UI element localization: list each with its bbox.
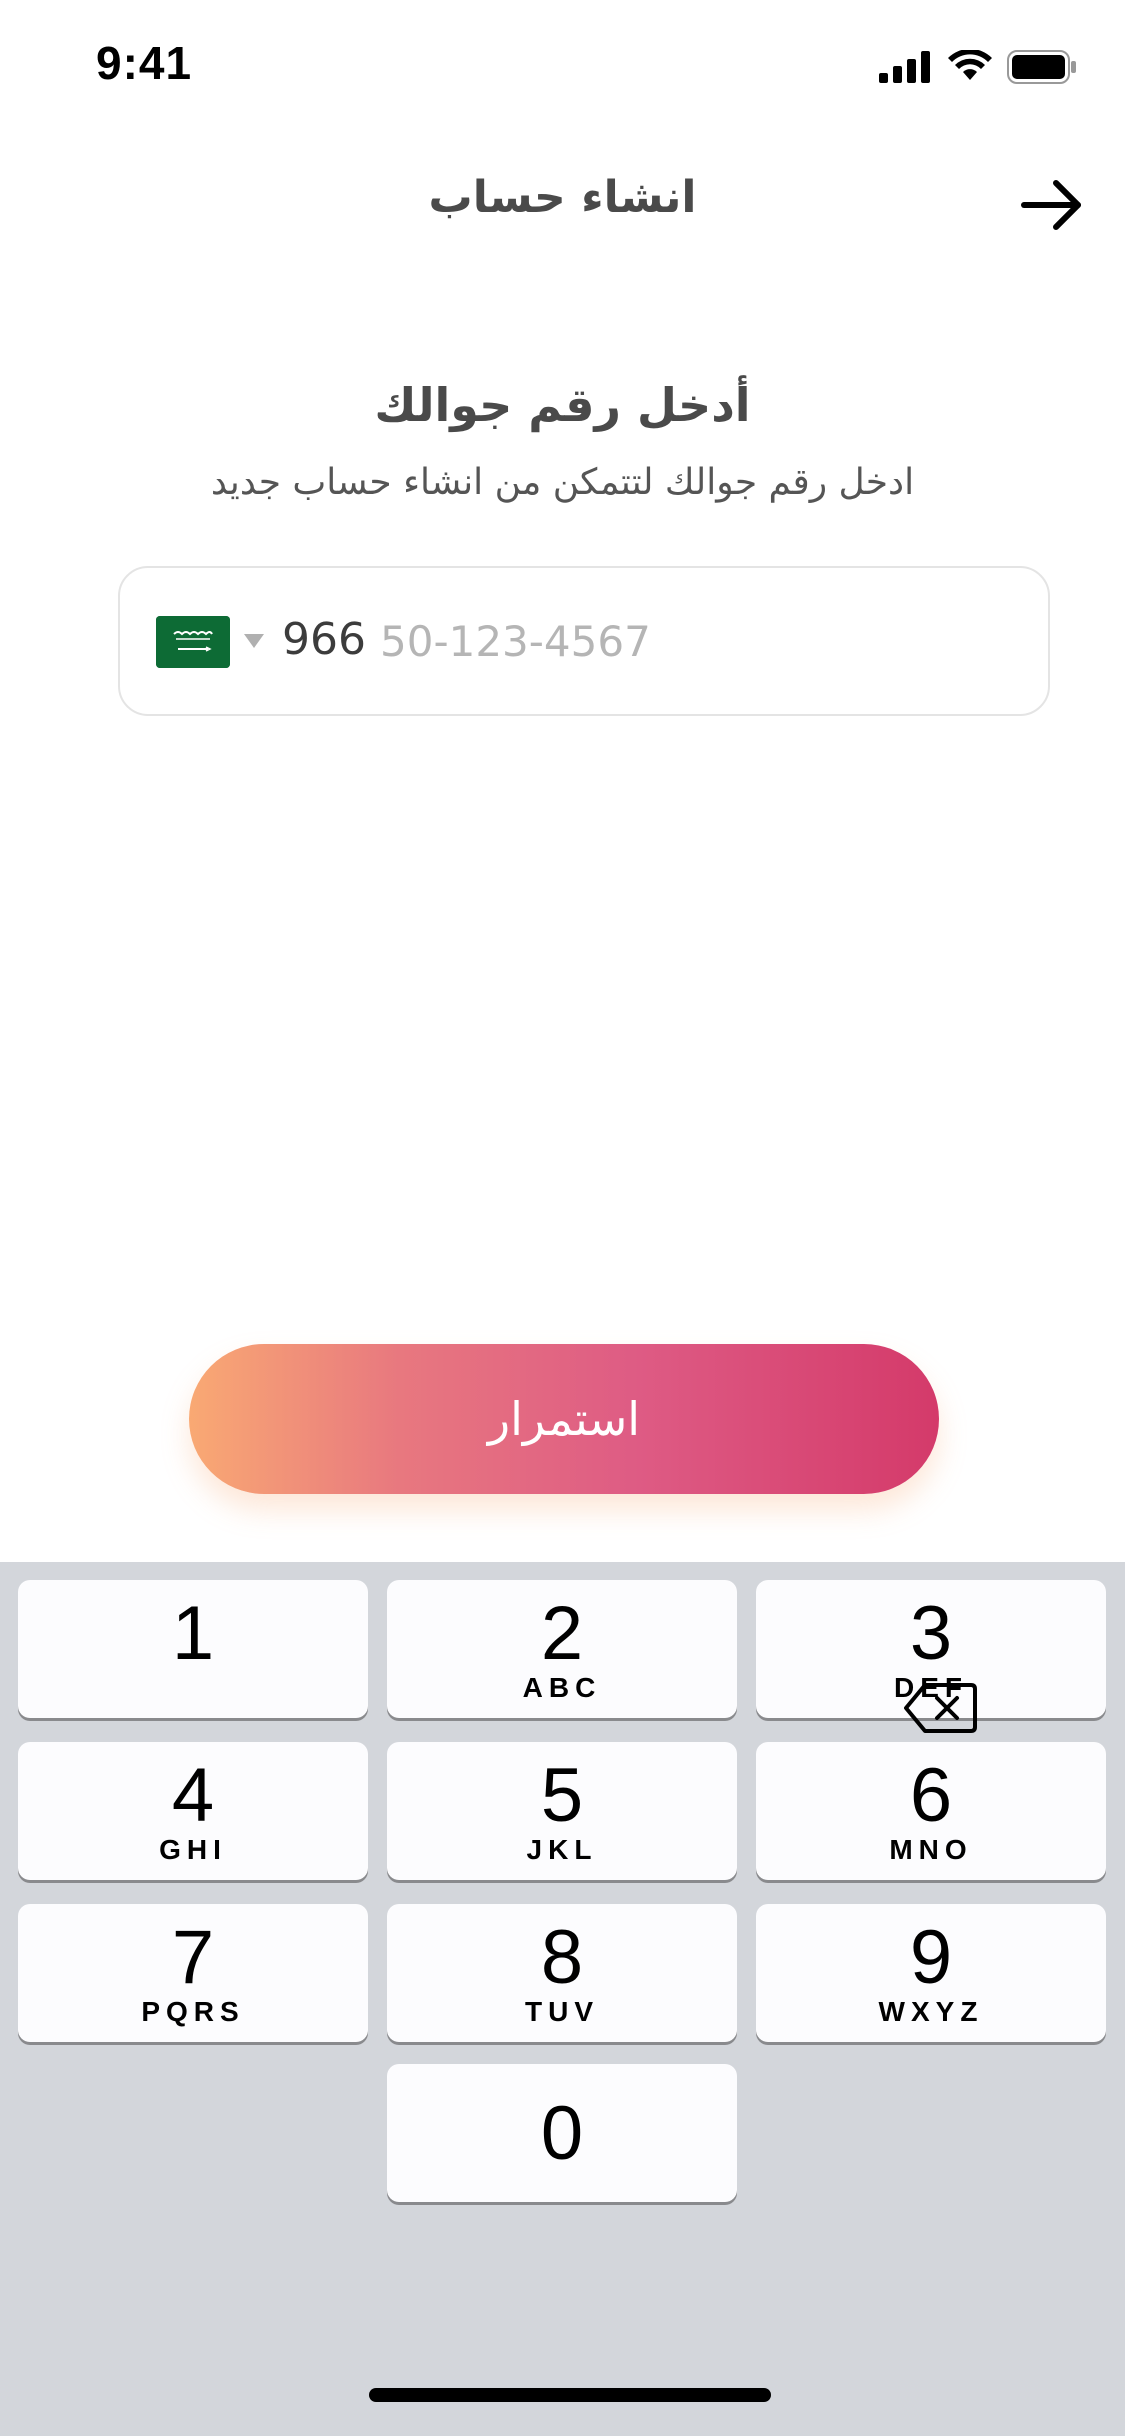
key-4[interactable]: 4 GHI [18,1742,368,1880]
key-letters: PQRS [141,1996,245,2027]
key-letters: GHI [159,1834,227,1865]
key-2[interactable]: 2 ABC [387,1580,737,1718]
key-digit: 1 [171,1591,215,1676]
back-button[interactable] [1017,170,1087,240]
status-icons [879,50,1077,84]
dial-code: 966 [282,614,366,665]
key-6[interactable]: 6 MNO [756,1742,1106,1880]
backspace-icon [904,1683,977,1733]
key-digit: 5 [540,1753,584,1838]
delete-key[interactable] [900,1678,980,1738]
continue-button-label: استمرار [487,1392,641,1446]
key-9[interactable]: 9 WXYZ [756,1904,1106,2042]
continue-button[interactable]: استمرار [189,1344,939,1494]
phone-number-field[interactable]: 966 [118,566,1050,716]
key-letters: TUV [525,1996,599,2027]
key-letters: MNO [889,1834,973,1865]
key-digit: 3 [909,1591,953,1676]
status-bar: 9:41 [0,0,1125,132]
key-digit: 8 [540,1915,584,2000]
key-8[interactable]: 8 TUV [387,1904,737,2042]
wifi-icon [948,50,992,80]
key-7[interactable]: 7 PQRS [18,1904,368,2042]
key-digit: 9 [909,1915,953,2000]
arrow-right-icon [1021,180,1081,230]
key-letters: ABC [522,1672,602,1703]
create-account-screen: 9:41 انشاء حساب أدخل رقم جوالك ادخل رقم … [0,0,1125,2436]
cellular-signal-icon [879,51,930,83]
status-time: 9:41 [96,37,193,89]
key-digit: 7 [171,1915,215,2000]
header: انشاء حساب [0,160,1125,244]
page-title: انشاء حساب [428,172,697,223]
section-subheading: ادخل رقم جوالك لتتمكن من انشاء حساب جديد [210,462,915,503]
section-heading: أدخل رقم جوالك [374,378,751,432]
saudi-arabia-flag-icon[interactable] [156,616,230,668]
key-0[interactable]: 0 [387,2064,737,2202]
key-letters: JKL [526,1834,598,1865]
battery-icon [1007,50,1076,84]
country-dropdown-caret-icon[interactable] [244,634,264,648]
phone-number-input[interactable] [380,608,1000,674]
key-digit: 0 [540,2091,584,2176]
key-5[interactable]: 5 JKL [387,1742,737,1880]
key-digit: 2 [540,1591,584,1676]
key-letters: WXYZ [878,1996,984,2027]
key-digit: 6 [909,1753,953,1838]
key-1[interactable]: 1 [18,1580,368,1718]
key-digit: 4 [171,1753,215,1838]
home-indicator [369,2388,771,2402]
